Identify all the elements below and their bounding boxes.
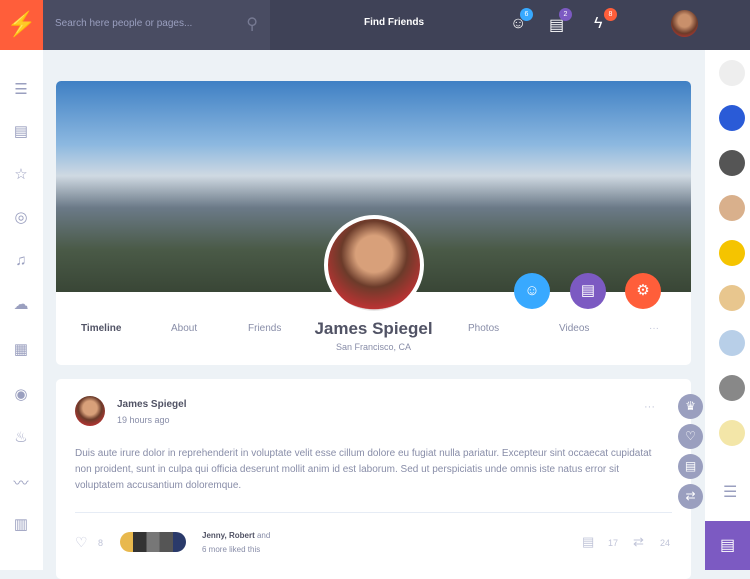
comment-count: 17 xyxy=(608,538,619,548)
post-text: Duis aute irure dolor in reprehenderit i… xyxy=(75,448,652,491)
badge: 6 xyxy=(520,8,533,21)
find-friends-link[interactable]: Find Friends xyxy=(364,17,424,28)
notifications-icon[interactable]: ϟ8 xyxy=(594,8,617,33)
messages-icon[interactable]: ▤ 2 xyxy=(549,8,572,35)
cupcake-icon[interactable]: ♨ xyxy=(9,428,33,446)
heart-icon[interactable]: ♡ xyxy=(678,424,703,449)
friend-avatar[interactable] xyxy=(719,240,745,266)
share-icon[interactable]: ⇄ xyxy=(633,534,644,550)
liked-and: and xyxy=(254,531,271,540)
post-author[interactable]: James Spiegel xyxy=(117,399,186,410)
left-sidebar: ☰ ▤ ☆ ◎ ♫ ☁ ▦ ◉ ♨ 〰 ▥ xyxy=(0,50,43,570)
comment-icon[interactable]: ▤ xyxy=(582,534,594,550)
friend-requests-icon[interactable]: ☺ 6 xyxy=(510,8,533,33)
add-friend-button[interactable]: ☺ xyxy=(514,273,550,309)
share-count: 24 xyxy=(660,538,671,548)
menu-icon[interactable]: ☰ xyxy=(723,482,737,502)
weather-icon[interactable]: ☁ xyxy=(9,295,33,313)
search-input[interactable]: Search here people or pages... ⚲ xyxy=(43,0,270,50)
badge-icon[interactable]: ◉ xyxy=(9,385,33,403)
calendar-icon[interactable]: ▦ xyxy=(9,340,33,358)
divider xyxy=(75,512,672,513)
right-sidebar: ☰ xyxy=(705,50,750,570)
liked-names[interactable]: Jenny, Robert xyxy=(202,531,255,540)
profile-avatar[interactable] xyxy=(324,215,424,315)
friend-avatar[interactable] xyxy=(719,375,745,401)
top-bar: ⚡ Search here people or pages... ⚲ Find F… xyxy=(0,0,750,50)
comment-icon[interactable]: ▤ xyxy=(678,454,703,479)
trophy-icon[interactable]: ♛ xyxy=(678,394,703,419)
happy-face-icon[interactable]: ◎ xyxy=(9,208,33,226)
search-icon[interactable]: ⚲ xyxy=(246,14,258,34)
menu-icon[interactable]: ☰ xyxy=(9,80,33,98)
profile-location: San Francisco, CA xyxy=(335,342,412,352)
share-icon[interactable]: ⇄ xyxy=(678,484,703,509)
settings-button[interactable]: ⚙ xyxy=(625,273,661,309)
manage-widgets-icon[interactable]: ▥ xyxy=(9,515,33,533)
friend-avatar[interactable] xyxy=(719,195,745,221)
star-icon[interactable]: ☆ xyxy=(9,165,33,183)
badge: 2 xyxy=(559,8,572,21)
headphones-icon[interactable]: ♫ xyxy=(9,252,33,269)
friend-avatar[interactable] xyxy=(719,285,745,311)
post-more-icon[interactable]: ··· xyxy=(644,401,655,413)
friend-avatar[interactable] xyxy=(719,330,745,356)
logo-icon[interactable]: ⚡ xyxy=(0,0,43,50)
newsfeed-icon[interactable]: ▤ xyxy=(9,122,33,140)
liked-more[interactable]: 6 more liked this xyxy=(202,545,260,554)
stats-icon[interactable]: 〰 xyxy=(9,472,33,493)
friend-avatar[interactable] xyxy=(719,150,745,176)
profile-card: ☺ ▤ ⚙ Timeline About Friends Photos Vide… xyxy=(56,81,691,365)
post-card: James Spiegel 19 hours ago ··· Duis aute… xyxy=(56,379,691,579)
chat-button[interactable]: ▤ xyxy=(705,521,750,570)
friend-avatar[interactable] xyxy=(719,105,745,131)
user-avatar[interactable] xyxy=(671,10,698,37)
heart-icon[interactable]: ♡ xyxy=(75,534,88,551)
post-time: 19 hours ago xyxy=(117,415,170,425)
search-placeholder: Search here people or pages... xyxy=(55,18,193,29)
friend-avatar[interactable] xyxy=(719,420,745,446)
badge: 8 xyxy=(604,8,617,21)
message-button[interactable]: ▤ xyxy=(570,273,606,309)
author-avatar[interactable] xyxy=(75,396,105,426)
liked-avatars[interactable] xyxy=(120,532,186,552)
liked-by: Jenny, Robert and xyxy=(202,531,270,540)
friend-avatar[interactable] xyxy=(719,60,745,86)
profile-name: James Spiegel xyxy=(314,319,433,338)
like-count: 8 xyxy=(98,538,104,548)
